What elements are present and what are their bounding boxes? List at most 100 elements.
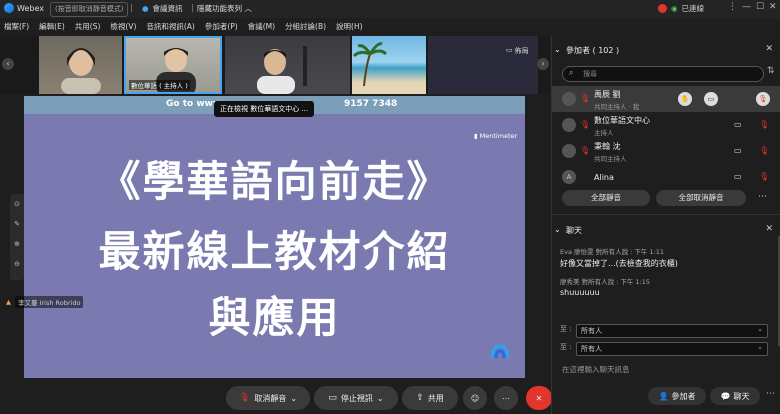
- raise-hand-icon[interactable]: ✋: [678, 92, 692, 106]
- info-icon: ●: [142, 4, 149, 13]
- chat-icon: 💬: [720, 391, 731, 401]
- collapse-icon[interactable]: ⌄: [554, 225, 561, 234]
- menu-edit[interactable]: 編輯(E): [39, 19, 65, 35]
- more-options-button[interactable]: ⋯: [494, 386, 518, 410]
- recipient-dropdown[interactable]: 所有人 ⌄: [576, 342, 768, 356]
- participants-btn-label: 參加者: [671, 391, 696, 401]
- participants-icon: 👤: [658, 391, 669, 401]
- sharing-tooltip: 正在檢視 數位華語文中心 ...: [214, 101, 315, 117]
- participant-video-icon: [61, 48, 101, 94]
- unmute-all-button[interactable]: 全部取消靜音: [656, 190, 746, 206]
- beach-background-icon: [352, 42, 388, 87]
- chevron-down-icon: ⌄: [376, 393, 384, 403]
- zoom-out-icon[interactable]: ⊖: [10, 254, 24, 274]
- strip-next-arrow-icon[interactable]: ›: [537, 58, 549, 70]
- video-tile[interactable]: [39, 36, 122, 94]
- unmute-label: 取消靜音: [254, 393, 287, 403]
- hide-menu-button[interactable]: 隱藏功能表列 ︿: [197, 3, 252, 14]
- chat-recipient-select[interactable]: 至 : 所有人 ⌄: [560, 342, 770, 356]
- camera-icon: ▭: [734, 120, 742, 129]
- meeting-info-button[interactable]: ● 會議資訊: [142, 3, 183, 14]
- chevron-up-icon: ︿: [244, 4, 252, 13]
- video-tile-beach[interactable]: [352, 36, 426, 94]
- app-name: Webex: [17, 3, 44, 13]
- menu-audio-video[interactable]: 音訊和視訊(A): [146, 19, 194, 35]
- more-icon[interactable]: ⋮: [728, 2, 737, 12]
- mic-muted-icon: 🎙: [759, 146, 770, 155]
- strip-prev-arrow-icon[interactable]: ‹: [2, 58, 14, 70]
- pen-icon[interactable]: ✎: [10, 214, 24, 234]
- more-icon[interactable]: ⋯: [766, 389, 775, 399]
- video-tile-active[interactable]: 數位華語 ( 主持人 ): [124, 36, 222, 94]
- share-button[interactable]: ⇪ 共用: [402, 386, 458, 410]
- participant-role: 主持人: [594, 129, 614, 137]
- to-label: 至 :: [560, 325, 572, 333]
- chat-title: 聊天: [566, 226, 582, 235]
- video-tile[interactable]: [225, 36, 350, 94]
- participant-row[interactable]: 🎙 禹辰 劉 共同主持人 · 我 ✋ ▭ 🎙: [552, 86, 780, 112]
- slide-title-line1: 《學華語向前走》: [98, 157, 451, 206]
- zoom-in-icon[interactable]: ⊕: [10, 234, 24, 254]
- participant-search-input[interactable]: ⌕ 搜尋: [562, 66, 764, 82]
- participant-video-icon: [257, 46, 307, 94]
- video-tile[interactable]: ▭ 佈局: [428, 36, 538, 94]
- avatar: A: [562, 170, 576, 184]
- recipient-dropdown[interactable]: 所有人 ⌄: [576, 324, 768, 338]
- chat-input[interactable]: 在這裡輸入聊天訊息: [562, 364, 762, 378]
- participant-row[interactable]: A Alina ▭ 🎙: [552, 164, 780, 190]
- menu-file[interactable]: 檔案(F): [4, 19, 29, 35]
- participant-role: 共同主持人: [594, 155, 627, 163]
- separator: |: [191, 3, 194, 12]
- search-placeholder: 搜尋: [583, 70, 597, 78]
- mic-muted-icon: 🎙: [580, 120, 591, 129]
- menu-breakout[interactable]: 分組討論(B): [285, 19, 326, 35]
- collapse-icon[interactable]: ⌄: [554, 45, 561, 54]
- close-icon[interactable]: ✕: [765, 224, 773, 234]
- shared-screen[interactable]: Go to www. 9157 7348 正在檢視 數位華語文中心 ... ▮ …: [24, 96, 525, 378]
- app-brand: Webex: [4, 3, 44, 13]
- sort-icon[interactable]: ⇅: [767, 66, 775, 76]
- stop-video-button[interactable]: ▭ 停止視訊 ⌄: [314, 386, 398, 410]
- menu-view[interactable]: 檢視(V): [110, 19, 136, 35]
- leave-meeting-button[interactable]: ✕: [526, 386, 552, 410]
- mute-mode-badge[interactable]: (按音即取消靜音模式): [50, 2, 129, 17]
- webex-logo-icon: [4, 3, 14, 13]
- participant-name: 禹辰 劉: [594, 90, 621, 99]
- video-toggle-icon[interactable]: ▭: [704, 92, 718, 106]
- participant-row[interactable]: 🎙 秉翰 沈 共同主持人 ▭ 🎙: [552, 138, 780, 164]
- participant-name: Alina: [594, 173, 614, 182]
- reactions-button[interactable]: ☺: [463, 386, 487, 410]
- recipient-value: 所有人: [581, 327, 602, 335]
- goto-code: 9157 7348: [344, 99, 398, 109]
- chat-panel-button[interactable]: 💬 聊天: [710, 387, 760, 405]
- menu-participants[interactable]: 參加者(P): [205, 19, 238, 35]
- unmute-button[interactable]: 🎙 取消靜音 ⌄: [226, 386, 310, 410]
- share-icon: ⇪: [416, 393, 424, 403]
- more-icon[interactable]: ⋯: [758, 192, 767, 202]
- chat-header: ⌄ 聊天 ✕: [552, 220, 780, 240]
- avatar: [562, 144, 576, 158]
- participant-role: 共同主持人 · 我: [594, 103, 640, 111]
- camera-icon: ▭: [734, 172, 742, 181]
- side-panel: ⌄ 參加者 ( 102 ) ✕ ⌕ 搜尋 ⇅ 🎙 禹辰 劉 共同主持人 · 我 …: [551, 36, 780, 414]
- chat-recipient-select[interactable]: 至 : 所有人 ⌄: [560, 324, 770, 338]
- emoji-icon: ☺: [470, 393, 480, 403]
- hide-menu-label: 隱藏功能表列: [197, 4, 242, 13]
- signal-icon: ◉: [671, 4, 678, 13]
- participants-panel-button[interactable]: 👤 參加者: [648, 387, 706, 405]
- menu-meeting[interactable]: 會議(M): [248, 19, 275, 35]
- minimize-icon[interactable]: —: [742, 2, 751, 12]
- menu-help[interactable]: 說明(H): [336, 19, 363, 35]
- separator: |: [130, 3, 133, 12]
- more-icon: ⋯: [502, 393, 510, 403]
- close-icon[interactable]: ✕: [765, 44, 773, 54]
- layout-button[interactable]: ▭ 佈局: [506, 46, 529, 56]
- menu-share[interactable]: 共用(S): [75, 19, 101, 35]
- participant-row[interactable]: 🎙 數位華語文中心 主持人 ▭ 🎙: [552, 112, 780, 138]
- mute-toggle-icon[interactable]: 🎙: [756, 92, 770, 106]
- close-icon[interactable]: ✕: [769, 2, 777, 12]
- pointer-icon[interactable]: ⊙: [10, 194, 24, 214]
- tile-caption: 數位華語 ( 主持人 ): [129, 80, 190, 90]
- maximize-icon[interactable]: ☐: [756, 2, 764, 12]
- mute-all-button[interactable]: 全部靜音: [562, 190, 650, 206]
